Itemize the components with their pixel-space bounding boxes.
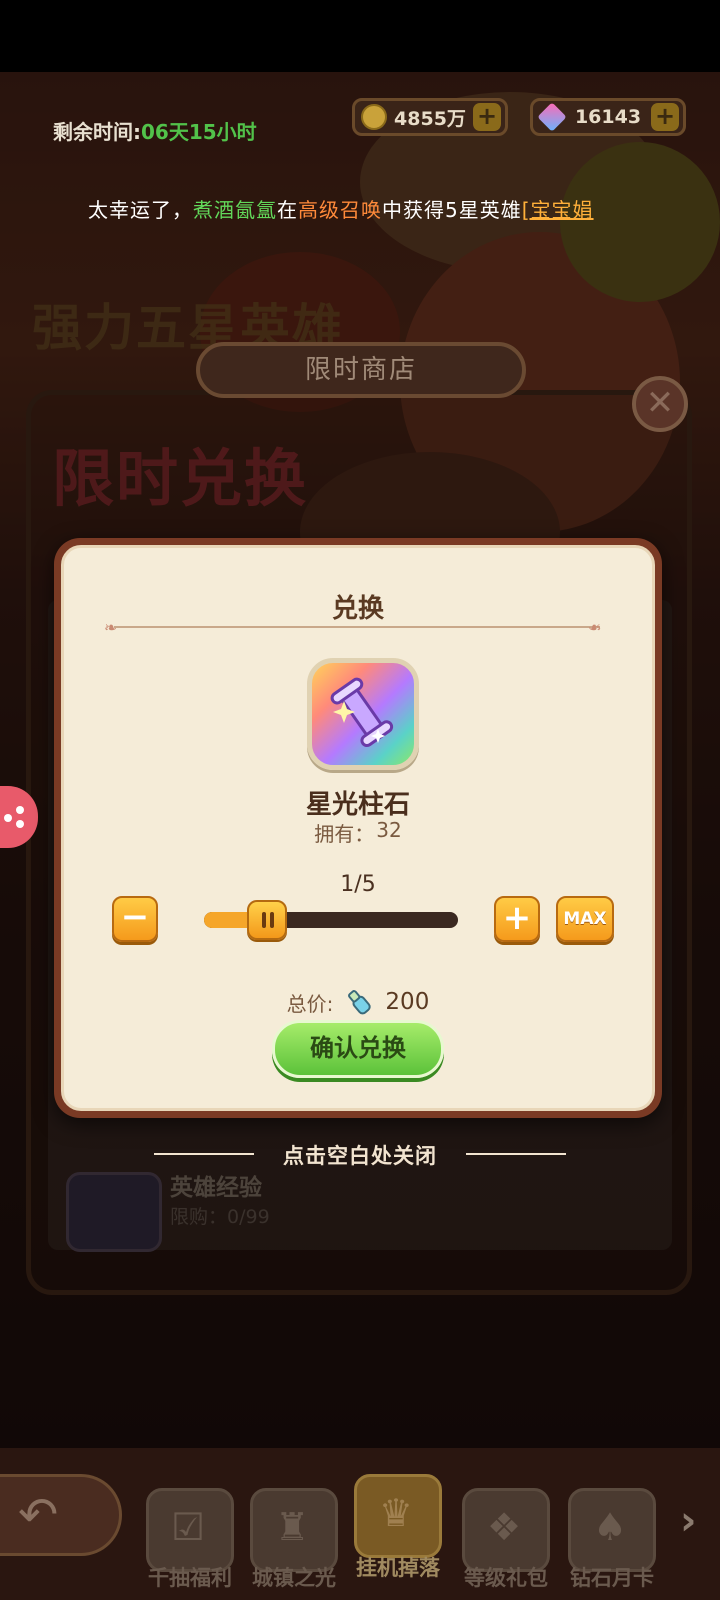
tap-to-close-hint: 点击空白处关闭 xyxy=(283,1144,437,1168)
gift-icon: ❖ xyxy=(487,1505,522,1549)
exchange-dialog: 兑换 ❧ ❧ 星光柱石 拥有： 32 1/5 − + MAX 总价: 200 确… xyxy=(54,538,662,1118)
total-label: 总价: xyxy=(286,991,334,1016)
back-button[interactable]: ↶ xyxy=(0,1474,122,1556)
ticker-text: 中获得5星英雄 xyxy=(382,198,522,222)
gold-counter: 4855万 + xyxy=(352,98,508,136)
tab-diamond-card[interactable]: ♠ xyxy=(568,1488,656,1572)
gold-coin-icon xyxy=(361,104,387,130)
event-timer: 剩余时间:06天15小时 xyxy=(53,116,257,145)
starlight-pillar-icon xyxy=(307,658,419,770)
divider-ornament-icon: ❧ xyxy=(588,618,602,637)
diamond-amount: 16143 xyxy=(574,106,642,128)
tab-label: 等级礼包 xyxy=(464,1566,548,1590)
tab-label: 挂机掉落 xyxy=(356,1556,440,1580)
gold-amount: 4855万 xyxy=(394,107,466,130)
item-name: 星光柱石 xyxy=(305,790,410,820)
diamond-icon xyxy=(537,102,567,132)
tab-label: 城镇之光 xyxy=(252,1566,336,1590)
ticker-prefix: 太幸运了， xyxy=(88,198,193,222)
total-price: 总价: 200 xyxy=(64,986,652,1018)
ticker-pool: 高级召唤 xyxy=(298,198,382,222)
tab-level-gift[interactable]: ❖ xyxy=(462,1488,550,1572)
increase-quantity-button[interactable]: + xyxy=(494,896,540,942)
potion-bottle-icon xyxy=(348,990,372,1015)
owned-label: 拥有： xyxy=(314,822,375,846)
add-gold-button[interactable]: + xyxy=(473,103,501,131)
chevron-right-icon[interactable]: › xyxy=(680,1498,696,1544)
ticker-hero: [宝宝娟 xyxy=(521,198,594,222)
announcement-ticker: 太幸运了，煮酒氤氲在高级召唤中获得5星英雄[宝宝娟 xyxy=(88,194,628,223)
owned-value: 32 xyxy=(376,818,402,842)
status-bar xyxy=(0,0,720,72)
ticker-player: 煮酒氤氲 xyxy=(193,198,277,222)
hint-line-right xyxy=(466,1153,566,1155)
ticker-text: 在 xyxy=(277,198,298,222)
decrease-quantity-button[interactable]: − xyxy=(112,896,158,942)
title-divider xyxy=(114,626,600,628)
exchange-dialog-body: 兑换 ❧ ❧ 星光柱石 拥有： 32 1/5 − + MAX 总价: 200 确… xyxy=(61,545,655,1111)
crown-icon: ♛ xyxy=(379,1491,414,1535)
shop-title: 限时商店 xyxy=(196,342,526,398)
slider-handle[interactable] xyxy=(247,900,287,940)
card-icon: ♠ xyxy=(593,1505,628,1549)
item-owned-count: 拥有： 32 xyxy=(64,818,652,847)
dialog-title: 兑换 xyxy=(331,594,384,624)
tab-idle-drops[interactable]: ♛ xyxy=(354,1474,442,1558)
back-arrow-icon: ↶ xyxy=(18,1487,59,1543)
add-diamond-button[interactable]: + xyxy=(651,103,679,131)
tab-town-light[interactable]: ♜ xyxy=(250,1488,338,1572)
max-quantity-button[interactable]: MAX xyxy=(556,896,614,942)
tab-label: 钻石月卡 xyxy=(570,1566,654,1590)
close-icon[interactable]: ✕ xyxy=(632,376,688,432)
quantity-slider[interactable] xyxy=(204,912,458,928)
timer-value: 06天15小时 xyxy=(141,120,257,144)
checklist-icon: ☑ xyxy=(171,1505,206,1549)
castle-icon: ♜ xyxy=(275,1505,310,1549)
tab-label: 千抽福利 xyxy=(148,1566,232,1590)
total-value: 200 xyxy=(385,989,430,1015)
diamond-counter: 16143 + xyxy=(530,98,686,136)
timer-label: 剩余时间: xyxy=(53,120,141,144)
confirm-exchange-button[interactable]: 确认兑换 xyxy=(272,1020,444,1078)
tab-thousand-draw[interactable]: ☑ xyxy=(146,1488,234,1572)
quantity-display: 1/5 xyxy=(340,872,376,897)
